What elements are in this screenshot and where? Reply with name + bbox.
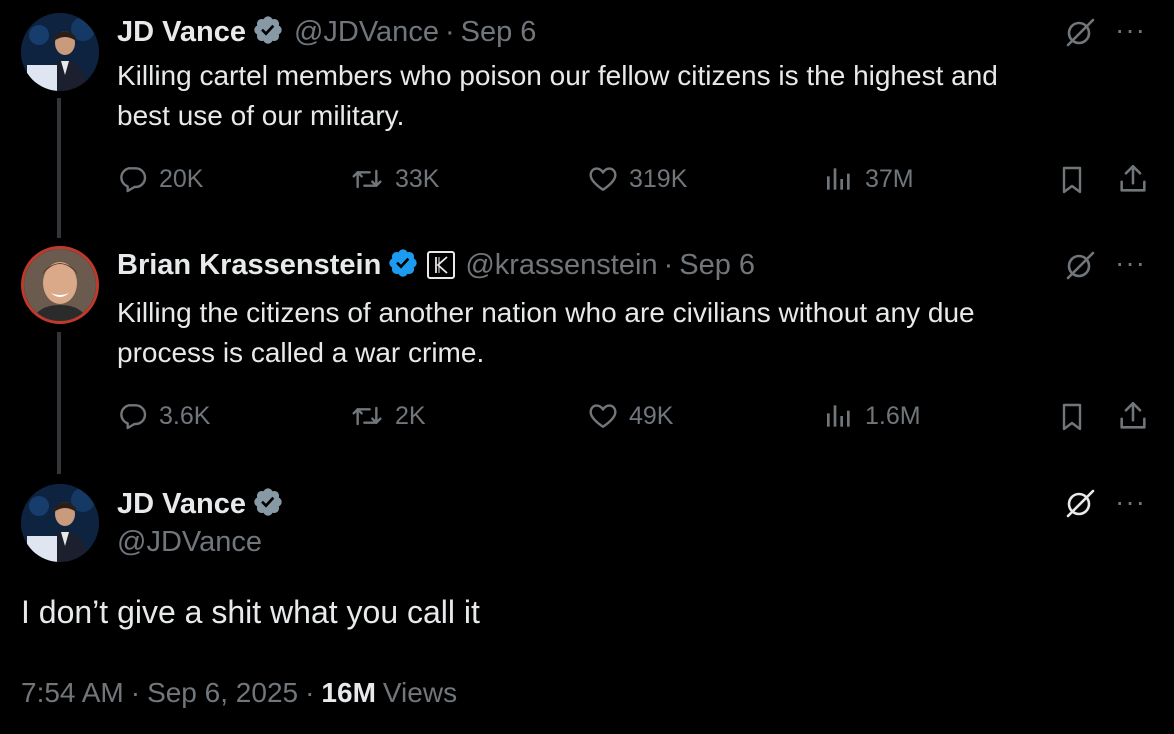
grok-icon[interactable]	[1062, 248, 1098, 289]
thread-line	[57, 98, 61, 238]
repost-count: 2K	[395, 401, 426, 430]
post-time[interactable]: 7:54 AM	[21, 677, 124, 709]
grok-icon[interactable]	[1062, 15, 1098, 56]
reply-count: 3.6K	[159, 401, 211, 430]
verified-badge-icon	[387, 247, 419, 284]
views-count: 1.6M	[865, 401, 921, 430]
repost-button[interactable]: 33K	[349, 163, 439, 195]
views-icon	[827, 168, 850, 190]
separator: ·	[663, 248, 674, 281]
reply-icon	[120, 167, 147, 193]
handle[interactable]: @JDVance	[294, 16, 439, 49]
repost-icon	[352, 169, 382, 189]
thread-line	[57, 332, 61, 474]
bookmark-icon[interactable]	[1056, 163, 1088, 202]
bookmark-icon[interactable]	[1056, 400, 1088, 439]
display-name[interactable]: Brian Krassenstein	[117, 249, 381, 282]
reply-icon	[120, 404, 147, 430]
more-icon[interactable]: ···	[1115, 14, 1146, 46]
timestamp[interactable]: Sep 6	[679, 249, 755, 282]
avatar[interactable]	[21, 13, 99, 91]
avatar[interactable]	[21, 484, 99, 562]
verified-badge-icon	[252, 486, 284, 523]
tweet-text-line: best use of our military.	[117, 100, 405, 131]
separator: ·	[130, 677, 141, 708]
more-icon[interactable]: ···	[1115, 486, 1146, 518]
views-button[interactable]: 37M	[823, 163, 914, 195]
tweet-text: Killing the citizens of another nation w…	[117, 293, 1127, 373]
tweet-text-line: Killing the citizens of another nation w…	[117, 297, 975, 328]
heart-icon	[589, 404, 617, 428]
reply-button[interactable]: 3.6K	[117, 400, 210, 432]
handle[interactable]: @krassenstein	[465, 249, 657, 282]
grok-icon[interactable]	[1062, 486, 1098, 527]
display-name[interactable]: JD Vance	[117, 16, 246, 49]
repost-button[interactable]: 2K	[349, 400, 426, 432]
share-icon[interactable]	[1116, 399, 1150, 438]
views-count: 37M	[865, 164, 914, 193]
avatar[interactable]	[21, 246, 99, 324]
more-icon[interactable]: ···	[1115, 247, 1146, 279]
display-name[interactable]: JD Vance	[117, 488, 246, 521]
timestamp[interactable]: Sep 6	[461, 16, 537, 49]
affiliate-badge-icon[interactable]	[427, 251, 456, 279]
tweet-text-line: Killing cartel members who poison our fe…	[117, 60, 998, 91]
tweet-header: JD Vance	[117, 485, 284, 523]
tweet-header: JD Vance @JDVance · Sep 6	[117, 13, 536, 51]
views-count[interactable]: 16M	[321, 677, 375, 709]
repost-count: 33K	[395, 164, 440, 193]
separator: ·	[305, 677, 315, 708]
post-date[interactable]: Sep 6, 2025	[147, 677, 298, 709]
tweet-text-line: process is called a war crime.	[117, 337, 485, 368]
reply-count: 20K	[159, 164, 204, 193]
separator: ·	[444, 15, 455, 48]
tweet-header: Brian Krassenstein @krassenstein · Sep 6	[117, 246, 755, 284]
verified-badge-icon	[252, 14, 284, 51]
views-icon	[827, 405, 850, 427]
like-count: 49K	[629, 401, 674, 430]
share-icon[interactable]	[1116, 162, 1150, 201]
views-button[interactable]: 1.6M	[823, 400, 921, 432]
like-button[interactable]: 49K	[587, 400, 673, 432]
repost-icon	[352, 406, 382, 426]
reply-button[interactable]: 20K	[117, 163, 203, 195]
tweet-text: Killing cartel members who poison our fe…	[117, 56, 1127, 136]
views-label: Views	[382, 677, 458, 708]
tweet-metadata: 7:54 AM · Sep 6, 2025 · 16M Views	[21, 677, 457, 709]
heart-icon	[589, 167, 617, 191]
like-button[interactable]: 319K	[587, 163, 687, 195]
tweet-text: I don’t give a shit what you call it	[21, 594, 480, 630]
like-count: 319K	[629, 164, 688, 193]
handle[interactable]: @JDVance	[117, 526, 262, 559]
